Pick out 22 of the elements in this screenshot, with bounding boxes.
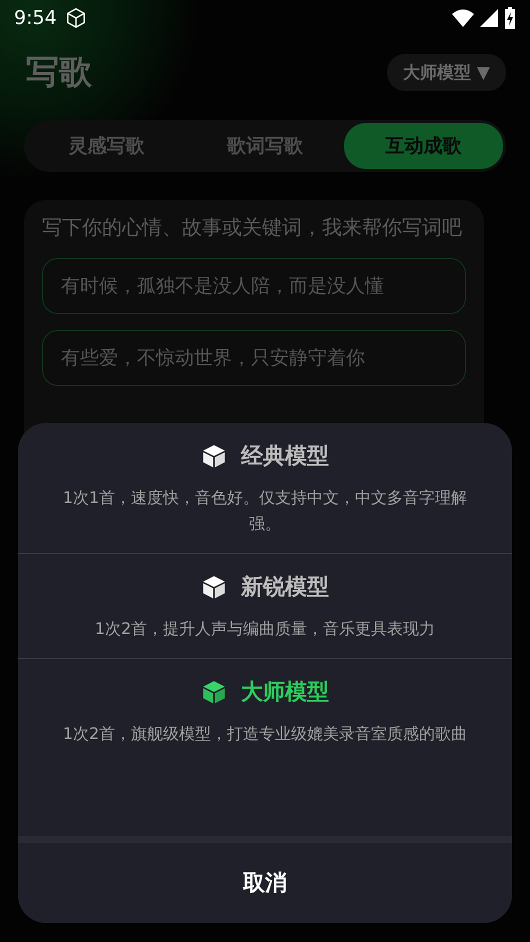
model-option[interactable]: 新锐模型 1次2首，提升人声与编曲质量，音乐更具表现力 [18, 553, 512, 658]
model-description: 1次2首，提升人声与编曲质量，音乐更具表现力 [94, 618, 436, 640]
model-name: 经典模型 [241, 443, 329, 471]
page-title: 写歌 [26, 50, 92, 92]
battery-charging-icon [504, 7, 516, 29]
model-option[interactable]: 大师模型 1次2首，旗舰级模型，打造专业级媲美录音室质感的歌曲 [18, 658, 512, 763]
mode-tab[interactable]: 歌词写歌 [186, 123, 344, 169]
suggestion-chip[interactable]: 有时候，孤独不是没人陪，而是没人懂 [42, 258, 466, 314]
model-name: 新锐模型 [241, 574, 329, 602]
suggestion-chip[interactable]: 有些爱，不惊动世界，只安静守着你 [42, 330, 466, 386]
mode-tab[interactable]: 灵感写歌 [27, 123, 186, 169]
model-name: 大师模型 [241, 679, 329, 707]
model-option[interactable]: 经典模型 1次1首，速度快，音色好。仅支持中文，中文多音字理解强。 [18, 423, 512, 553]
cube-outline-icon [64, 7, 87, 29]
status-time: 9:54 [14, 7, 57, 29]
model-description: 1次1首，速度快，音色好。仅支持中文，中文多音字理解强。 [62, 487, 468, 535]
prompt-text: 写下你的心情、故事或关键词，我来帮你写词吧 [42, 214, 463, 241]
signal-icon [480, 9, 498, 27]
model-description: 1次2首，旗舰级模型，打造专业级媲美录音室质感的歌曲 [62, 723, 468, 745]
wifi-icon [452, 9, 474, 27]
mode-tab[interactable]: 互动成歌 [344, 123, 504, 169]
model-dropdown[interactable]: 大师模型 ▼ [387, 54, 506, 90]
